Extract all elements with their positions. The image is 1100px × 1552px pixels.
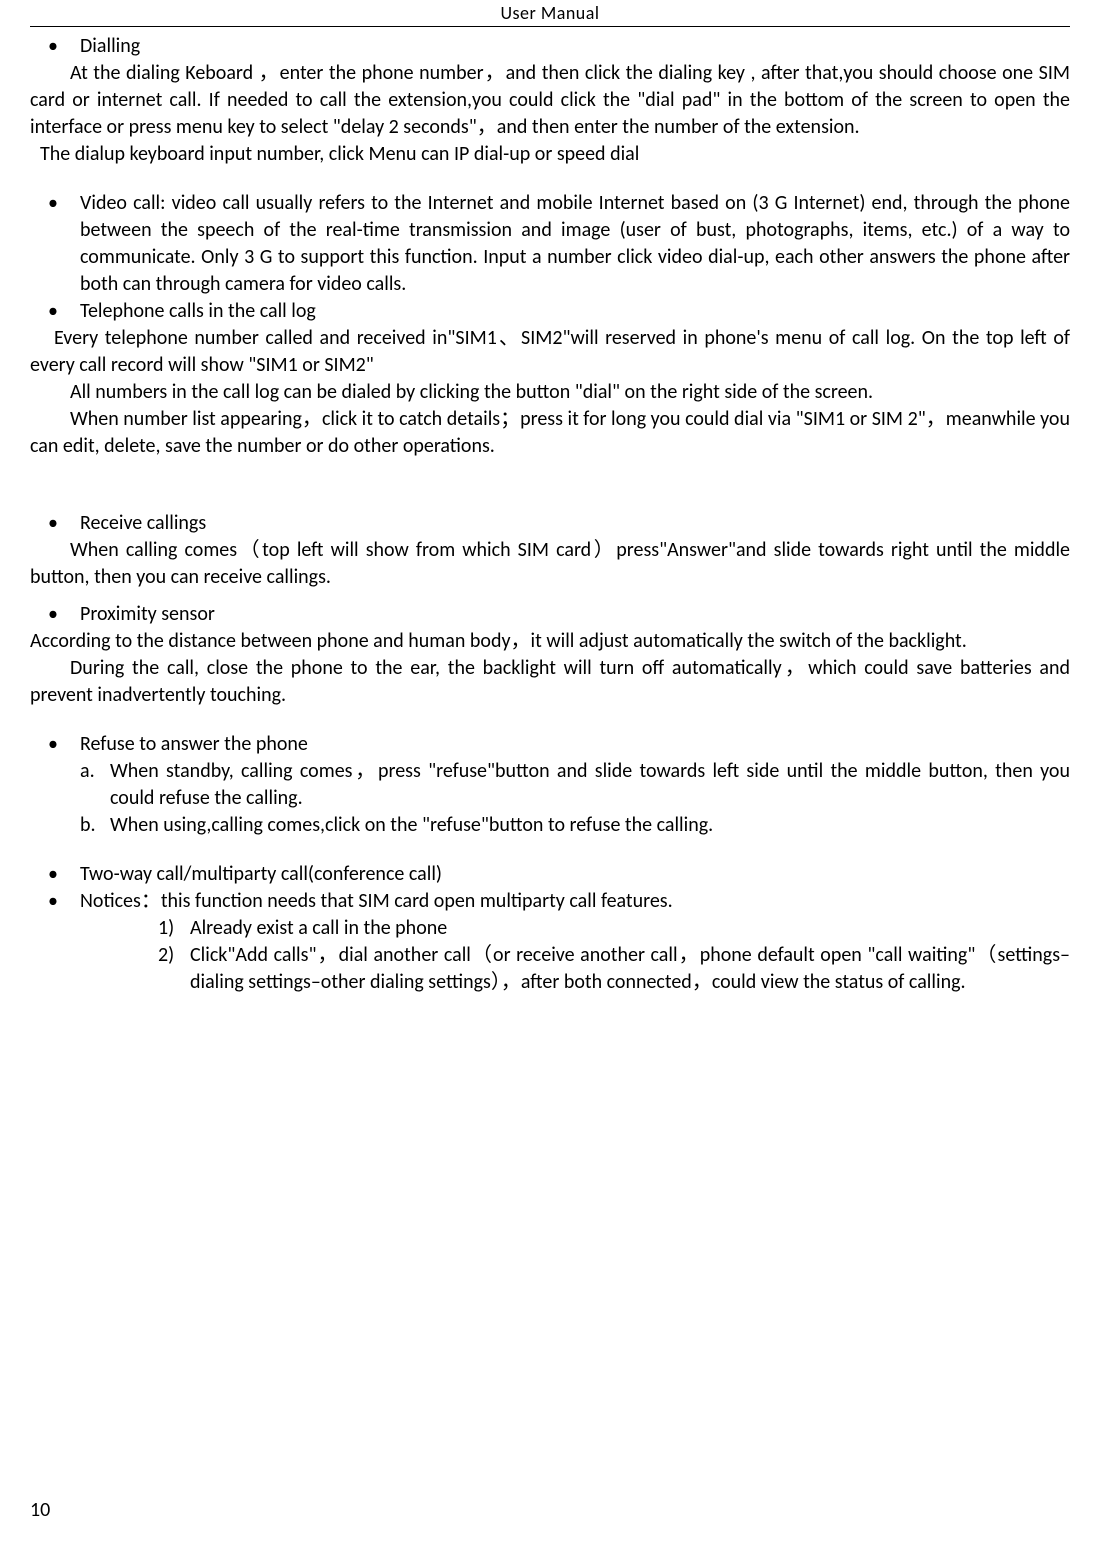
proximity-para-1: According to the distance between phone … [30,628,1070,655]
refuse-a-text: When standby, calling comes，press "refus… [110,759,1070,810]
calllog-para-3: When number list appearing，click it to c… [30,406,1070,460]
refuse-b-text: When using,calling comes,click on the "r… [110,813,713,837]
page-content: Dialling At the dialing Keboard ，enter t… [30,27,1070,996]
item-twoway: Two-way call/multiparty call(conference … [30,861,1070,888]
calllog-para-2: All numbers in the call log can be diale… [30,379,1070,406]
item-refuse-title: Refuse to answer the phone [30,731,1070,758]
page: User Manual Dialling At the dialing Kebo… [30,0,1070,1552]
page-number: 10 [30,1498,50,1522]
proximity-para-2: During the call, close the phone to the … [30,655,1070,709]
item-receive-title: Receive callings [30,510,1070,537]
item-calllog-title: Telephone calls in the call log [30,298,1070,325]
calllog-para-1: Every telephone number called and receiv… [30,325,1070,379]
item-proximity-title: Proximity sensor [30,601,1070,628]
notices-2-text: Click"Add calls"，dial another call（or re… [190,943,1070,994]
item-notices-title: Notices：this function needs that SIM car… [30,888,1070,915]
receive-para-1: When calling comes（top left will show fr… [30,537,1070,591]
page-header: User Manual [30,0,1070,27]
notices-1-text: Already exist a call in the phone [190,916,447,940]
notices-2: 2)Click"Add calls"，dial another call（or … [30,942,1070,996]
item-dialling-title: Dialling [30,33,1070,60]
dialling-para-2: The dialup keyboard input number, click … [30,141,1070,168]
refuse-a: a.When standby, calling comes，press "ref… [30,758,1070,812]
dialling-para-1: At the dialing Keboard ，enter the phone … [30,60,1070,141]
refuse-b: b.When using,calling comes,click on the … [30,812,1070,839]
notices-1: 1)Already exist a call in the phone [30,915,1070,942]
item-videocall: Video call: video call usually refers to… [30,190,1070,298]
